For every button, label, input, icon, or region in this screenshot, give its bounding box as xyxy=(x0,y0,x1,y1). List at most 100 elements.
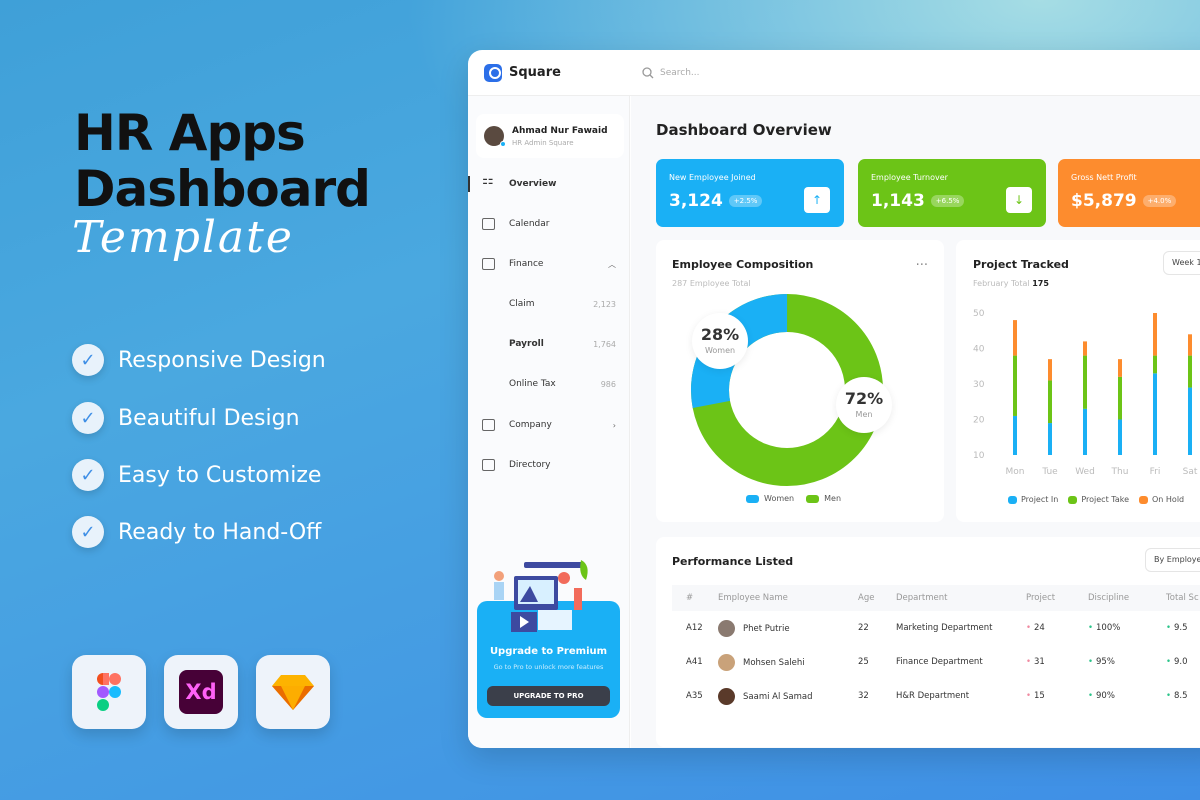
cell-dept: H&R Department xyxy=(896,691,970,701)
sidebar-item-directory[interactable]: Directory xyxy=(468,455,630,475)
top-bar: Square Search... xyxy=(468,50,1200,96)
hero-title: HR Apps Dashboard xyxy=(74,104,371,217)
sidebar-item-company[interactable]: Company › xyxy=(468,415,630,435)
search-placeholder: Search... xyxy=(660,67,700,78)
more-options-icon[interactable]: ... xyxy=(916,254,928,269)
main-content: Dashboard Overview New Employee Joined 3,… xyxy=(631,96,1200,748)
sidebar-item-label: Company xyxy=(509,420,552,430)
cell-name: Mohsen Salehi xyxy=(718,645,858,679)
sidebar-item-label: Overview xyxy=(509,179,557,189)
legend-item: Project Take xyxy=(1068,495,1129,504)
bar-project-in xyxy=(1013,415,1017,455)
sidebar-item-claim[interactable]: Claim 2,123 xyxy=(468,294,630,314)
performance-table: # Employee Name Age Department Project Discip… xyxy=(672,585,1200,713)
column-header: Total Sc xyxy=(1166,585,1200,611)
hero-title-line1: HR Apps xyxy=(74,104,306,162)
table-row[interactable]: A12 Phet Putrie 22 Marketing Department • 24 •… xyxy=(672,611,1200,645)
sidebar: Ahmad Nur Fawaid HR Admin Square ⚏ Overvie… xyxy=(468,96,630,748)
table-row[interactable]: A35 Saami Al Samad 32 H&R Department • 15 • 90%… xyxy=(672,679,1200,713)
bar-project-in xyxy=(1153,373,1157,455)
calendar-icon xyxy=(482,218,495,230)
cell-score: • 8.5 xyxy=(1166,691,1188,701)
legend-item-men: Men xyxy=(806,494,841,503)
table-row[interactable]: A41 Mohsen Salehi 25 Finance Department • 31 •… xyxy=(672,645,1200,679)
arrow-down-icon[interactable]: ↓ xyxy=(1006,187,1032,213)
upgrade-button[interactable]: UPGRADE TO PRO xyxy=(487,686,610,706)
cell-name: Saami Al Samad xyxy=(718,679,858,713)
employee-composition-card: Employee Composition 287 Employee Total … xyxy=(656,240,944,522)
column-header: Department xyxy=(896,585,1026,611)
performance-card: Performance Listed By Employe # Employee … xyxy=(656,537,1200,747)
stat-change-badge: +2.5% xyxy=(728,195,763,207)
chevron-right-icon[interactable]: › xyxy=(613,421,616,430)
cell-age: 25 xyxy=(858,657,869,667)
user-profile[interactable]: Ahmad Nur Fawaid HR Admin Square xyxy=(476,114,624,158)
sketch-icon xyxy=(256,655,330,729)
project-tracked-card: Project Tracked February Total 175 Week … xyxy=(956,240,1200,522)
x-tick-label: Sat xyxy=(1183,467,1198,477)
sidebar-item-online-tax[interactable]: Online Tax 986 xyxy=(468,374,630,394)
search-icon xyxy=(642,66,654,78)
sidebar-item-label: Payroll xyxy=(509,339,544,349)
sidebar-item-payroll[interactable]: Payroll 1,764 xyxy=(468,334,630,354)
legend-label: Project Take xyxy=(1081,495,1129,504)
online-status-dot xyxy=(500,141,506,147)
feature-label: Beautiful Design xyxy=(118,405,300,431)
cell-id: A35 xyxy=(686,691,703,701)
feature-label: Ready to Hand-Off xyxy=(118,519,322,545)
app-logo[interactable]: Square xyxy=(484,63,561,82)
cell-name: Phet Putrie xyxy=(718,611,858,645)
donut-legend: Women Men xyxy=(746,494,841,503)
feature-item: ✓ Easy to Customize xyxy=(72,459,321,491)
cell-id: A41 xyxy=(686,657,703,667)
arrow-up-icon[interactable]: ↑ xyxy=(804,187,830,213)
check-icon: ✓ xyxy=(72,516,104,548)
women-percent: 28% xyxy=(700,325,740,344)
legend-label: Men xyxy=(824,494,842,503)
column-header: Employee Name xyxy=(718,585,858,611)
chevron-up-icon[interactable]: ︿ xyxy=(608,259,616,270)
stat-card-new-employee: New Employee Joined 3,124 +2.5% ↑ xyxy=(656,159,844,227)
check-icon: ✓ xyxy=(72,402,104,434)
feature-label: Responsive Design xyxy=(118,347,326,373)
bar-project-take xyxy=(1013,355,1017,416)
sidebar-item-overview[interactable]: ⚏ Overview xyxy=(468,174,630,194)
stat-label: Gross Nett Profit xyxy=(1071,173,1137,182)
february-total: 175 xyxy=(1032,279,1049,288)
stat-value: $5,879 xyxy=(1071,191,1137,211)
app-name: Square xyxy=(509,65,561,80)
bar-project-take xyxy=(1083,355,1087,409)
finance-icon xyxy=(482,258,495,270)
sidebar-item-calendar[interactable]: Calendar xyxy=(468,214,630,234)
project-bar-chart: 50 40 30 20 10 Mon Tue Wed Thu Fri Sat xyxy=(973,309,1198,477)
week-select[interactable]: Week 1 xyxy=(1163,251,1200,275)
cell-dept: Finance Department xyxy=(896,657,983,667)
check-icon: ✓ xyxy=(72,344,104,376)
stat-value: 1,143 xyxy=(871,191,925,211)
sidebar-item-label: Online Tax xyxy=(509,379,556,389)
legend-label: Women xyxy=(764,494,795,503)
user-name: Ahmad Nur Fawaid xyxy=(512,125,608,136)
y-tick-label: 40 xyxy=(973,345,985,355)
women-percent-bubble: 28% Women xyxy=(692,313,748,369)
search-input[interactable]: Search... xyxy=(642,66,700,79)
bar-project-take xyxy=(1153,355,1157,374)
x-tick-label: Wed xyxy=(1075,467,1095,477)
promo-title: Upgrade to Premium xyxy=(489,646,608,657)
subtitle-label: February Total xyxy=(973,279,1030,288)
bar-on-hold xyxy=(1083,341,1087,356)
avatar xyxy=(484,126,506,147)
feature-item: ✓ Ready to Hand-Off xyxy=(72,516,321,548)
cell-discipline: • 90% xyxy=(1088,691,1115,701)
cell-project: • 15 xyxy=(1026,691,1045,701)
employee-filter-select[interactable]: By Employe xyxy=(1145,548,1200,572)
column-header: # xyxy=(672,585,718,611)
card-title: Project Tracked xyxy=(973,258,1069,271)
figma-icon xyxy=(72,655,146,729)
x-tick-label: Fri xyxy=(1150,467,1161,477)
sidebar-item-label: Finance xyxy=(509,259,544,269)
stat-label: New Employee Joined xyxy=(669,173,756,182)
sidebar-item-count: 986 xyxy=(600,379,616,389)
stat-change-badge: +6.5% xyxy=(930,195,965,207)
sidebar-item-finance[interactable]: Finance ︿ xyxy=(468,254,630,274)
